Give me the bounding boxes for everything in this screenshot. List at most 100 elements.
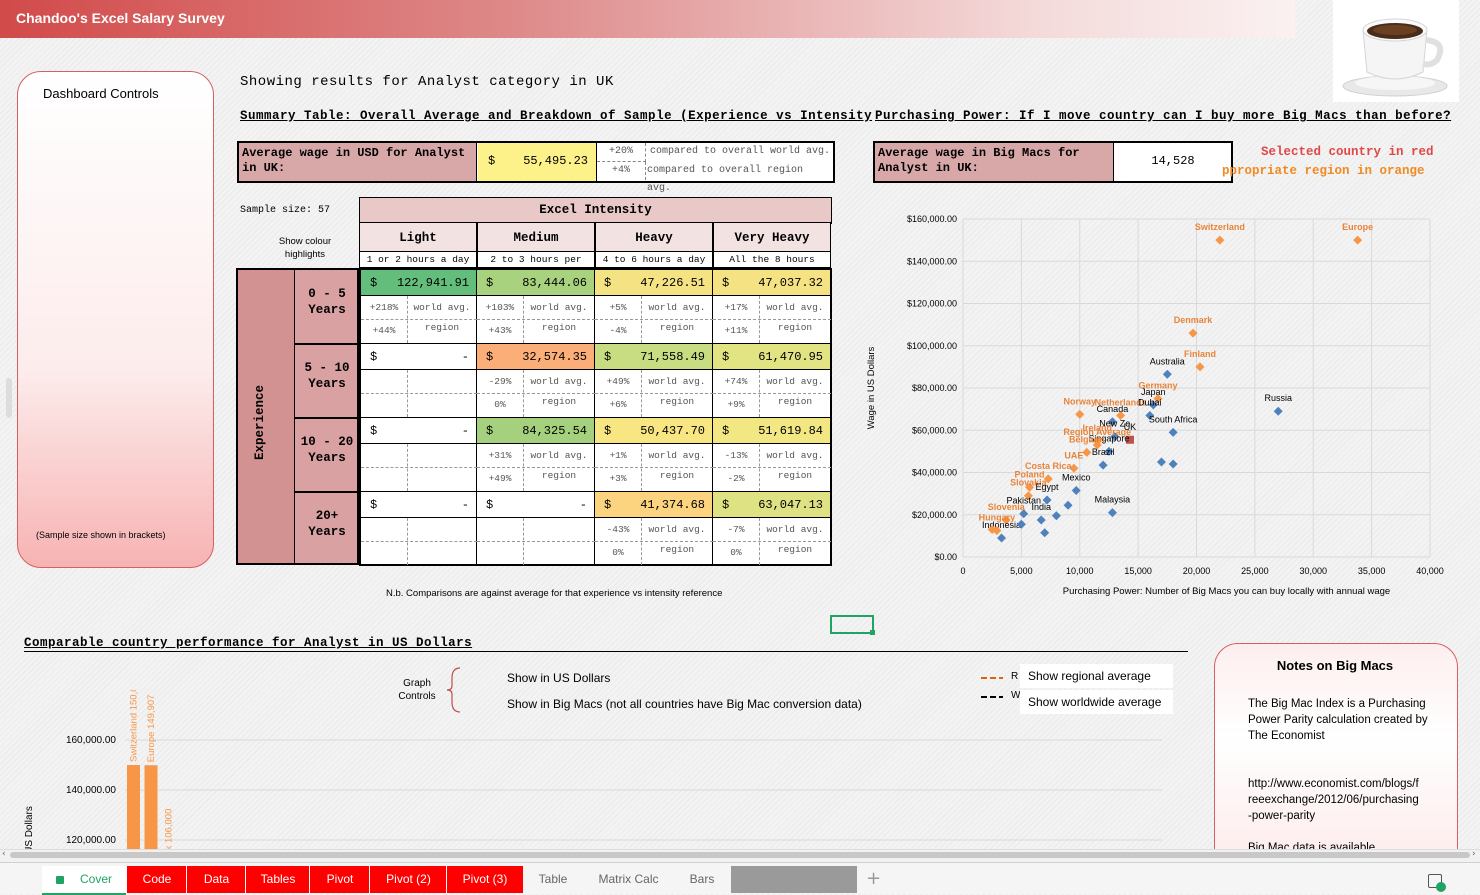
world-pct-cell: +49%: [606, 376, 630, 387]
sample-size-footnote: (Sample size shown in brackets): [36, 530, 166, 540]
y-tick-label: $0.00: [934, 552, 957, 562]
world-pct-cell: -43%: [606, 524, 630, 535]
cell-currency: $: [722, 498, 730, 512]
cell-value: -: [579, 498, 587, 512]
world-avg-label: world avg.: [530, 450, 588, 461]
region-label: region: [777, 544, 813, 555]
scatter-point[interactable]: [1273, 406, 1283, 416]
comparison-note: N.b. Comparisons are against average for…: [386, 588, 723, 599]
y-tick-label: $60,000.00: [912, 425, 957, 435]
notes-title: Notes on Big Macs: [1276, 658, 1394, 673]
notes-link[interactable]: http://www.economist.com/blogs/freeexcha…: [1248, 776, 1420, 824]
scatter-point[interactable]: [1082, 447, 1092, 457]
intensity-col-header: Medium: [477, 222, 595, 252]
cmp-row-sep: [477, 393, 595, 394]
sheet-tab[interactable]: Tables: [245, 866, 310, 893]
cmp-col-sep: [523, 518, 524, 565]
scatter-point[interactable]: [1036, 515, 1046, 525]
bigmac-wage-label: Average wage in Big Macs for Analyst in …: [875, 143, 1114, 181]
sheet-tab[interactable]: [731, 866, 857, 893]
sheet-tab[interactable]: Bars: [673, 866, 731, 893]
world-pct-cell: -29%: [488, 376, 512, 387]
region-label: region: [541, 470, 577, 481]
show-colour-highlights[interactable]: Show colour highlights: [275, 235, 335, 261]
add-sheet-icon[interactable]: +: [866, 866, 881, 892]
cell-value: 47,226.51: [640, 276, 705, 290]
scatter-point[interactable]: [1107, 508, 1117, 518]
bar[interactable]: [127, 765, 140, 850]
sheet-tab-label: Code: [142, 872, 172, 886]
cmp-row-sep: [713, 467, 831, 468]
results-heading: Showing results for Analyst category in …: [240, 74, 614, 90]
scatter-point[interactable]: [1168, 427, 1178, 437]
purchasing-power-scatter-chart: $0.00 $20,000.00 $40,000.00 $60,000.00 $80,0…: [866, 214, 1444, 597]
cell-value: 63,047.13: [758, 498, 823, 512]
intensity-col-subheader: 4 to 6 hours a day: [595, 251, 713, 268]
x-tick-label: 30,000: [1299, 566, 1327, 576]
cmp-row-sep: [595, 467, 713, 468]
scrollbar-thumb[interactable]: [10, 852, 1470, 858]
average-wage-label: Average wage in USD for Analyst in UK:: [239, 143, 477, 181]
region-pct-cell: 0%: [494, 399, 506, 410]
scatter-point[interactable]: [1353, 235, 1363, 245]
region-label: region: [777, 470, 813, 481]
average-wage-value-cell: $ 55,495.23: [478, 143, 597, 181]
fill-handle[interactable]: [870, 630, 875, 635]
scatter-point[interactable]: [1168, 459, 1178, 469]
sheet-tab[interactable]: Pivot (3): [446, 866, 523, 893]
sheet-tab[interactable]: Pivot (2): [369, 866, 447, 893]
scatter-point-label: Belgium: [1069, 434, 1105, 444]
sheet-tab[interactable]: Data: [186, 866, 246, 893]
world-avg-label: world avg.: [648, 376, 706, 387]
regional-legend-letter: R: [1011, 671, 1019, 682]
scatter-point[interactable]: [1040, 528, 1050, 538]
sheet-tab-label: Cover: [79, 872, 112, 886]
scatter-point-label: Denmark: [1174, 315, 1214, 325]
x-tick-label: 0: [960, 566, 965, 576]
scatter-point[interactable]: [997, 533, 1007, 543]
sample-size: Sample size: 57: [240, 205, 331, 216]
sheet-tab-label: Pivot (2): [386, 872, 431, 886]
y-tick-label: $140,000.00: [907, 256, 957, 266]
experience-row-label: 0 - 5 Years: [308, 287, 346, 317]
side-handle[interactable]: [6, 378, 12, 418]
world-avg-label: world avg.: [766, 450, 824, 461]
region-pct-cell: +6%: [609, 399, 627, 410]
experience-header: Experience: [253, 384, 267, 460]
sheet-tab[interactable]: Code: [126, 866, 187, 893]
y-tick-label: $100,000.00: [907, 341, 957, 351]
cell-currency: $: [486, 276, 494, 290]
sheet-tab[interactable]: Table: [522, 866, 584, 893]
scatter-point[interactable]: [1162, 369, 1172, 379]
coffee-cup-image: [1333, 0, 1459, 102]
selected-cell[interactable]: [830, 615, 874, 634]
show-regional-average-checkbox[interactable]: Show regional average: [1020, 664, 1173, 688]
sheet-tab[interactable]: Cover: [42, 866, 126, 895]
sheet-tab[interactable]: Matrix Calc: [584, 866, 673, 893]
scatter-point[interactable]: [1098, 460, 1108, 470]
cmp-row-sep: [595, 393, 713, 394]
region-pct-cell: +44%: [372, 325, 396, 336]
show-usd-option[interactable]: Show in US Dollars: [507, 671, 610, 685]
selected-country-legend: Selected country in red: [1261, 145, 1434, 159]
scatter-point[interactable]: [1051, 511, 1061, 521]
scatter-point[interactable]: [1075, 409, 1085, 419]
intensity-col-header: Very Heavy: [713, 222, 831, 252]
y-tick-label: 120,000.00: [66, 835, 116, 846]
cell-value: 51,619.84: [758, 424, 823, 438]
scatter-point[interactable]: [1215, 235, 1225, 245]
cmp-row-sep: [477, 319, 595, 320]
region-pct-cell: +11%: [724, 325, 748, 336]
scatter-point[interactable]: [1156, 457, 1166, 467]
sheet-tab[interactable]: Pivot: [309, 866, 370, 893]
scroll-right-icon[interactable]: ›: [1472, 849, 1476, 859]
region-label: region: [659, 322, 695, 333]
scatter-point-label: India: [1031, 502, 1051, 512]
scatter-point[interactable]: [1063, 500, 1073, 510]
currency-symbol: $: [488, 154, 496, 168]
cell-currency: $: [604, 424, 612, 438]
cmp-col-sep: [407, 444, 408, 491]
cell-value: 32,574.35: [522, 350, 587, 364]
bar[interactable]: [144, 765, 158, 850]
scroll-left-icon[interactable]: ‹: [2, 849, 6, 859]
